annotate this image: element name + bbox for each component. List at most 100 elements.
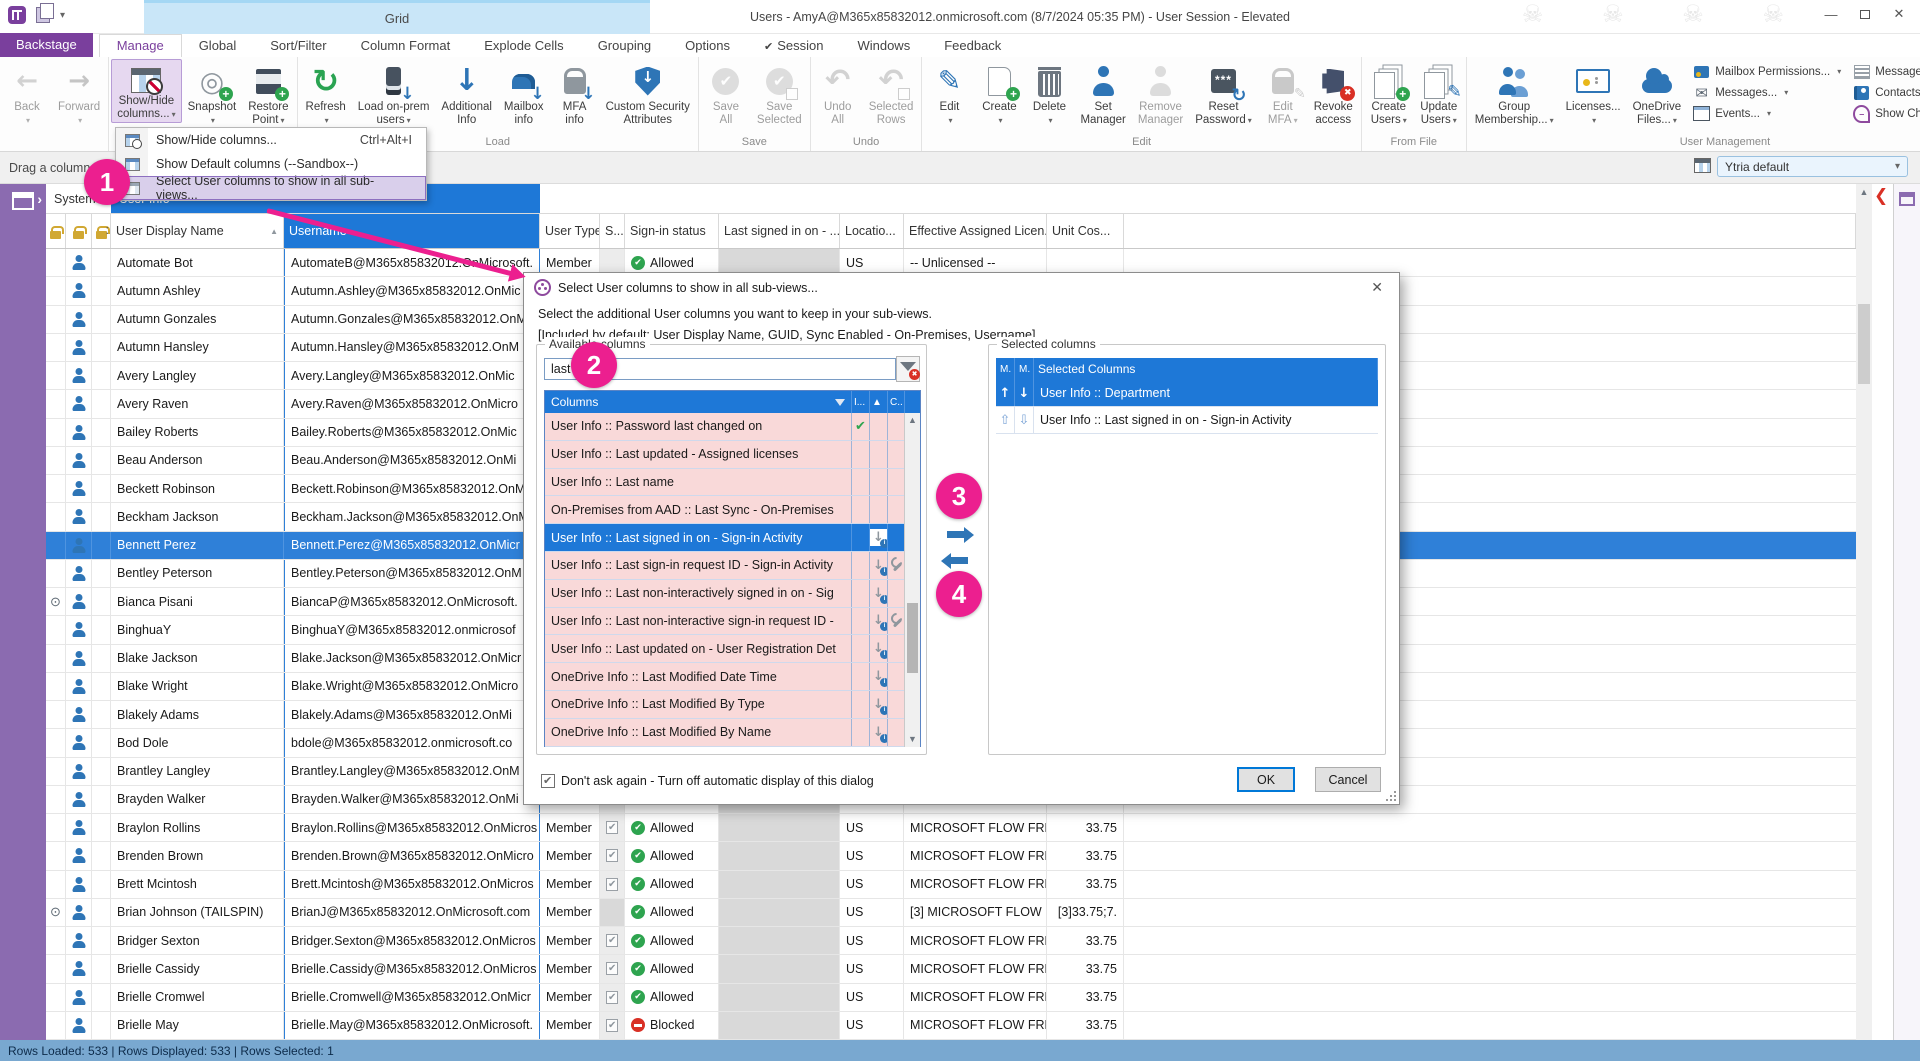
left-sidebar[interactable] [0,184,46,1040]
table-row-brett-mcintosh[interactable]: Brett McintoshBrett.Mcintosh@M365x858320… [46,871,1856,899]
list-item-user-info-last-updated-assigned-licenses[interactable]: User Info :: Last updated - Assigned lic… [545,441,920,469]
list-scrollbar[interactable]: ▲ ▼ [904,413,920,747]
tab-backstage[interactable]: Backstage [0,33,93,57]
edit-mfa-button[interactable]: EditMFA▾ [1258,59,1308,129]
tab-manage[interactable]: Manage [99,34,182,57]
column-header-sign-in-status[interactable]: Sign-in status [625,214,719,248]
selected-header-cell[interactable]: M. [996,358,1015,380]
move-down-icon[interactable]: ↓ [1015,380,1034,406]
list-item-user-info-last-non-interactively-signed-in-on-sig[interactable]: User Info :: Last non-interactively sign… [545,580,920,608]
menu-item-show-default-columns-sandbox[interactable]: Show Default columns (--Sandbox--) [116,152,426,176]
list-item-user-info-password-last-changed-on[interactable]: User Info :: Password last changed on✔ [545,413,920,441]
list-item-user-info-last-non-interactive-sign-in-request-id[interactable]: User Info :: Last non-interactive sign-i… [545,608,920,636]
close-button[interactable]: ✕ [1882,2,1916,26]
list-item-user-info-last-updated-on-user-registration-det[interactable]: User Info :: Last updated on - User Regi… [545,635,920,663]
column-header-s[interactable]: S... [600,214,625,248]
table-row-brielle-cassidy[interactable]: Brielle CassidyBrielle.Cassidy@M365x8583… [46,955,1856,983]
licenses-button[interactable]: Licenses...▾ [1560,59,1627,129]
list-item-user-info-last-name[interactable]: User Info :: Last name [545,469,920,497]
move-up-icon[interactable]: ↑ [996,380,1015,406]
scroll-up-icon[interactable]: ▲ [905,413,920,428]
lock-column-header[interactable] [66,214,92,248]
selected-rows-button[interactable]: SelectedRows [863,59,920,129]
scroll-up-icon[interactable]: ▲ [1856,184,1872,200]
custom-security-attributes-button[interactable]: Custom SecurityAttributes [600,59,696,129]
additional-info-button[interactable]: AdditionalInfo [435,59,498,129]
move-up-icon[interactable]: ⇧ [996,407,1015,433]
mfa-info-button[interactable]: MFAinfo [550,59,600,129]
scrollbar-thumb[interactable] [1858,304,1870,384]
selected-item-user-info-department[interactable]: ↑↓User Info :: Department [996,380,1378,407]
selected-header-cell[interactable]: Selected Columns [1034,358,1378,380]
template-selector[interactable]: Ytria default ▾ [1717,156,1908,177]
column-header-effective-assigned-licen[interactable]: Effective Assigned Licen... [904,214,1047,248]
revoke-access-button[interactable]: Revokeaccess [1308,59,1359,129]
selected-header-cell[interactable]: M. [1015,358,1034,380]
restore-button[interactable] [1848,2,1882,26]
list-item-on-premises-from-aad-last-sync-on-premises[interactable]: On-Premises from AAD :: Last Sync - On-P… [545,496,920,524]
table-row-braylon-rollins[interactable]: Braylon RollinsBraylon.Rollins@M365x8583… [46,814,1856,842]
grid-vertical-scrollbar[interactable]: ▲ [1856,184,1872,1040]
tab-feedback[interactable]: Feedback [927,35,1018,57]
table-row-brielle-may[interactable]: Brielle MayBrielle.May@M365x85832012.OnM… [46,1012,1856,1040]
list-item-onedrive-info-last-modified-by-name[interactable]: OneDrive Info :: Last Modified By Name [545,719,920,747]
show-chats-button[interactable]: Show Chats...▾ [1853,105,1920,122]
scrollbar-thumb[interactable] [907,603,918,673]
tab-column-format[interactable]: Column Format [344,35,468,57]
refresh-button[interactable]: Refresh▾ [300,59,352,129]
subcolumn-header[interactable]: ▲ [870,391,888,413]
lock-column-header[interactable]: : [92,214,111,248]
dialog-close-icon[interactable]: ✕ [1365,277,1389,298]
ok-button[interactable]: OK [1237,767,1295,792]
edit-button[interactable]: Edit▾ [924,59,974,129]
table-row-bridger-sexton[interactable]: Bridger SextonBridger.Sexton@M365x858320… [46,927,1856,955]
menu-item-show-hide-columns[interactable]: Show/Hide columns...Ctrl+Alt+I [116,128,426,152]
message-rules-button[interactable]: Message Rules...▾ [1853,63,1920,80]
lock-column-header[interactable] [46,214,66,248]
resize-grip[interactable] [1386,791,1396,801]
selected-item-user-info-last-signed-in-on-sign-in-activity[interactable]: ⇧⇩User Info :: Last signed in on - Sign-… [996,407,1378,434]
create-button[interactable]: Create▾ [974,59,1024,129]
available-columns-header[interactable]: Columns [545,391,852,413]
tab-options[interactable]: Options [668,35,747,57]
remove-manager-button[interactable]: RemoveManager [1132,59,1189,129]
tab-session[interactable]: ✔Session [747,35,840,57]
save-selected-button[interactable]: SaveSelected [751,59,808,129]
list-item-onedrive-info-last-modified-date-time[interactable]: OneDrive Info :: Last Modified Date Time [545,663,920,691]
restore-point-button[interactable]: RestorePoint▾ [242,59,294,129]
undo-all-button[interactable]: UndoAll [813,59,863,129]
create-users-button[interactable]: CreateUsers▾ [1364,59,1414,129]
template-grid-icon[interactable] [1694,158,1711,173]
dont-ask-again-checkbox[interactable] [541,774,555,788]
copy-icon[interactable] [36,7,50,23]
save-all-button[interactable]: SaveAll [701,59,751,129]
qat-dropdown-icon[interactable]: ▾ [60,10,65,21]
column-header-unit-cos[interactable]: Unit Cos... [1047,214,1124,248]
list-item-user-info-last-signed-in-on-sign-in-activity[interactable]: User Info :: Last signed in on - Sign-in… [545,524,920,552]
back-button[interactable]: Back▾ [2,59,52,129]
tab-explode-cells[interactable]: Explode Cells [467,35,581,57]
column-header-last-signed-in-on[interactable]: Last signed in on - ... [719,214,840,248]
update-users-button[interactable]: UpdateUsers▾ [1414,59,1464,129]
snapshot-button[interactable]: Snapshot▾ [182,59,243,129]
move-down-icon[interactable]: ⇩ [1015,407,1034,433]
table-row-brenden-brown[interactable]: Brenden BrownBrenden.Brown@M365x85832012… [46,842,1856,870]
table-row-brielle-cromwel[interactable]: Brielle CromwelBrielle.Cromwell@M365x858… [46,984,1856,1012]
show-hide-columns-button[interactable]: Show/Hidecolumns...▾ [111,59,181,123]
column-header-user-display-name[interactable]: User Display Name▲ [111,214,284,248]
delete-button[interactable]: Delete▾ [1024,59,1074,129]
contacts-button[interactable]: Contacts...▾ [1853,84,1920,101]
column-header-locatio[interactable]: Locatio... [840,214,904,248]
right-panel-strip[interactable] [1893,184,1920,1040]
reset-password-button[interactable]: ResetPassword▾ [1189,59,1258,129]
onedrive-files-button[interactable]: OneDriveFiles...▾ [1627,59,1688,129]
mailbox-info-button[interactable]: Mailboxinfo [498,59,550,129]
messages-button[interactable]: Messages...▾ [1693,84,1841,101]
tab-global[interactable]: Global [182,35,254,57]
move-right-icon[interactable] [947,531,964,538]
tab-grouping[interactable]: Grouping [581,35,668,57]
forward-button[interactable]: Forward▾ [52,59,106,129]
move-left-icon[interactable] [951,557,968,564]
dialog-title-bar[interactable]: Select User columns to show in all sub-v… [524,273,1399,302]
list-item-onedrive-info-last-modified-by-type[interactable]: OneDrive Info :: Last Modified By Type [545,691,920,719]
